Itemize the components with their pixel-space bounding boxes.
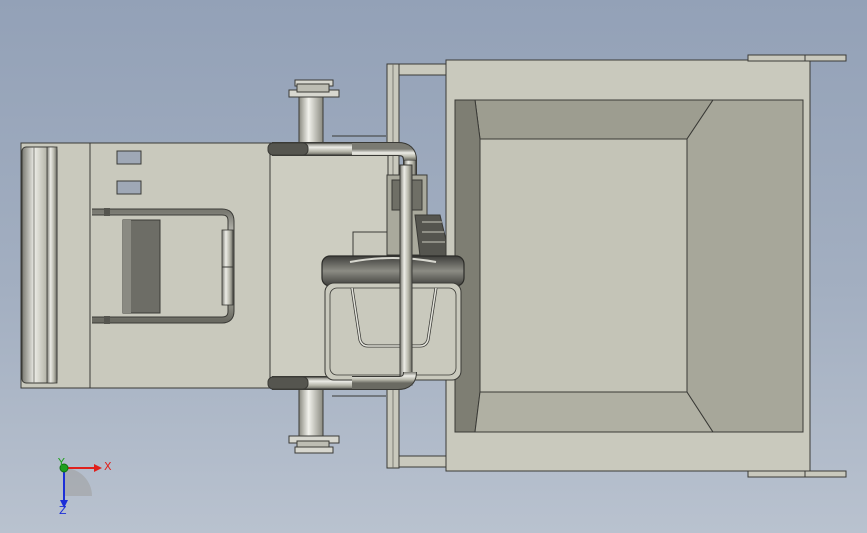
- axle-hub-bottom[interactable]: [288, 387, 340, 454]
- axle-hub-top[interactable]: [288, 79, 340, 146]
- cad-viewport[interactable]: X Y Z: [0, 0, 867, 533]
- assembly-top-view[interactable]: X Y Z: [0, 0, 867, 533]
- hopper-hinge-bottom: [747, 470, 847, 478]
- operator-seat[interactable]: [321, 255, 465, 381]
- rear-bumper[interactable]: [20, 142, 91, 389]
- triad-y-label: Y: [57, 456, 65, 469]
- triad-x-label: X: [104, 460, 112, 473]
- vent-slot-upper: [116, 150, 142, 165]
- triad-z-label: Z: [59, 504, 67, 517]
- hopper-body[interactable]: [445, 59, 811, 472]
- vent-slot-lower: [116, 180, 142, 195]
- coordinate-triad-icon: [59, 463, 102, 508]
- hopper-hinge-top: [747, 54, 847, 62]
